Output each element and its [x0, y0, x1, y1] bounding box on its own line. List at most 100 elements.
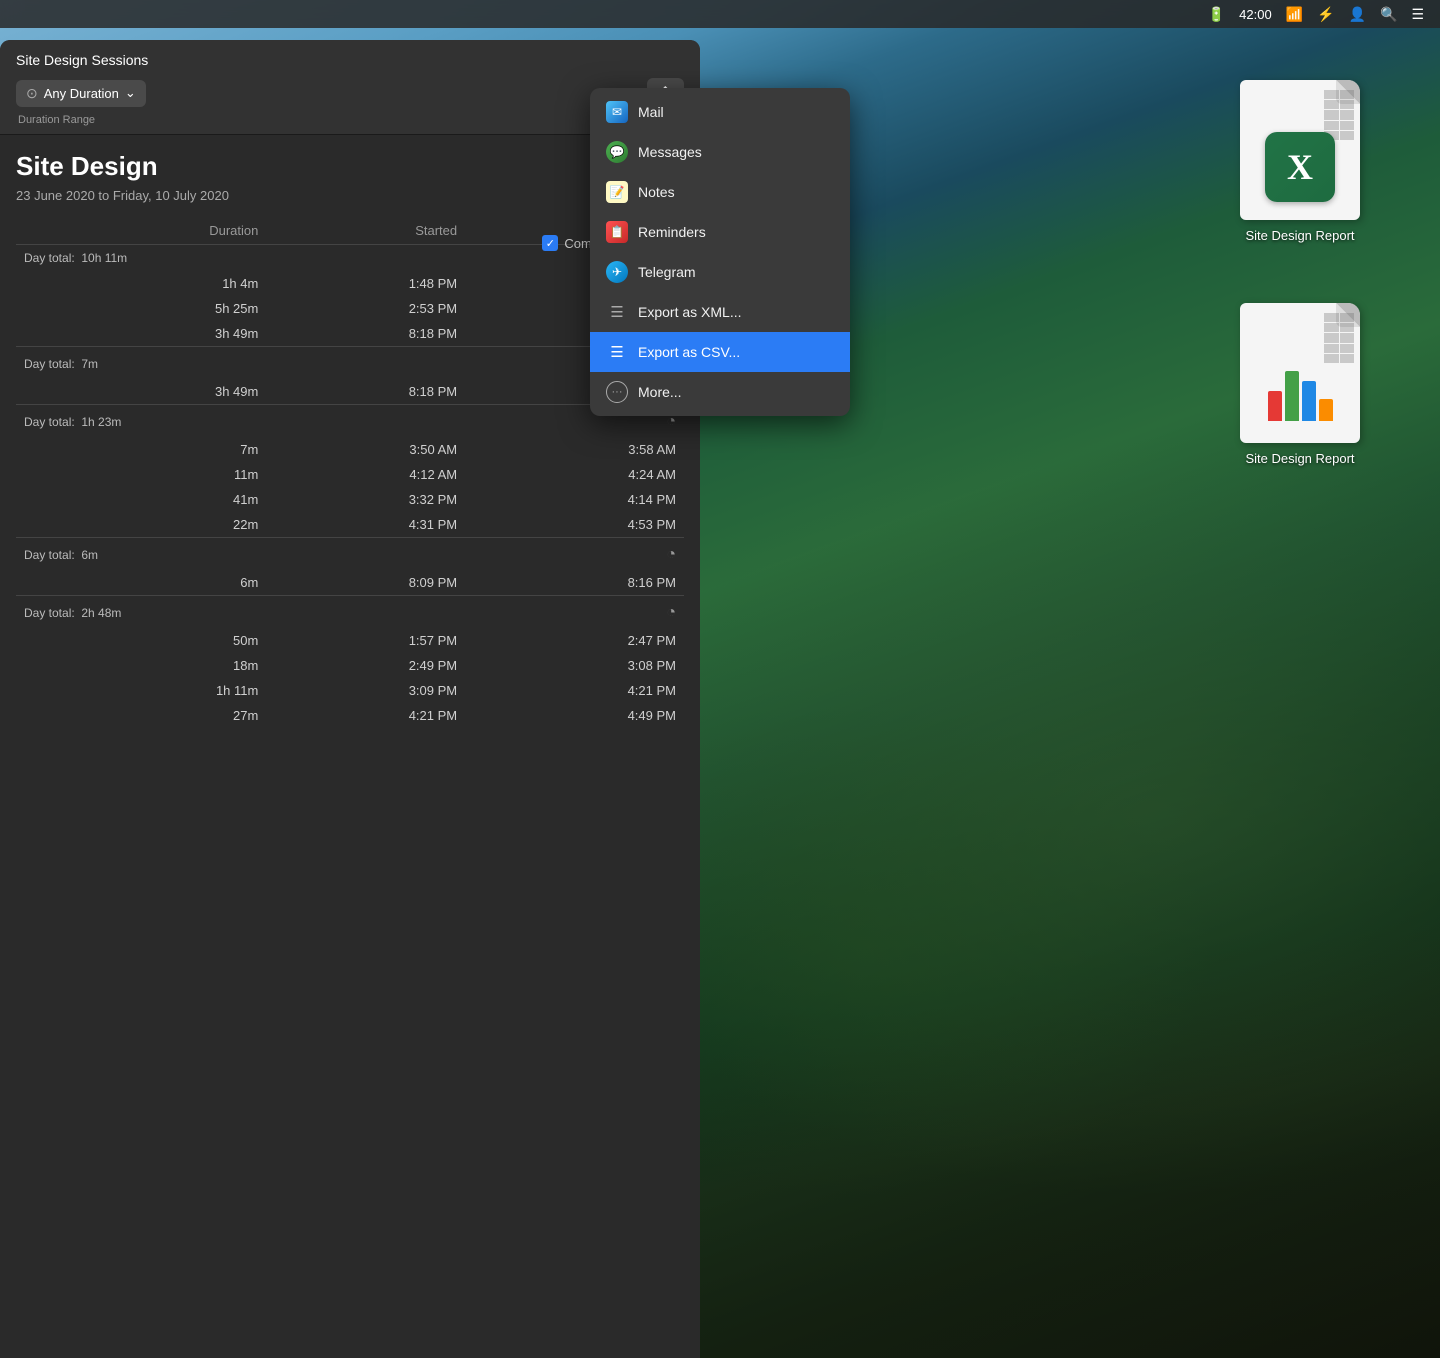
session-label	[16, 321, 65, 347]
menu-item-mail[interactable]: ✉ Mail	[590, 92, 850, 132]
xml-icon: ☰	[606, 301, 628, 323]
session-ended: 4:21 PM	[465, 678, 684, 703]
bar-green	[1285, 371, 1299, 421]
desktop-icon-excel[interactable]: X Site Design Report	[1220, 80, 1380, 243]
session-started: 8:18 PM	[266, 321, 465, 347]
day-total-5: Day total: 2h 48m	[16, 596, 465, 629]
excel-icon-label: Site Design Report	[1245, 228, 1354, 243]
menu-item-telegram[interactable]: ✈ Telegram	[590, 252, 850, 292]
session-label	[16, 512, 65, 538]
session-label	[16, 271, 65, 296]
table-row: 5h 25m 2:53 PM 8:18 PM	[16, 296, 684, 321]
session-duration: 18m	[65, 653, 266, 678]
bar-blue	[1302, 381, 1316, 421]
wifi-icon: 📶	[1286, 6, 1303, 23]
menu-item-export-csv[interactable]: ☰ Export as CSV...	[590, 332, 850, 372]
session-label	[16, 379, 65, 405]
session-duration: 11m	[65, 462, 266, 487]
csv-icon: ☰	[606, 341, 628, 363]
menubar: 🔋 42:00 📶 ⚡ 👤 🔍 ☰	[0, 0, 1440, 28]
menu-item-reminders-label: Reminders	[638, 224, 706, 240]
report-title: Site Design	[16, 151, 684, 182]
session-ended: 3:58 AM	[465, 437, 684, 462]
table-row: 1h 11m 3:09 PM 4:21 PM	[16, 678, 684, 703]
pie-chart-icon: ◔	[465, 596, 684, 629]
session-duration: 41m	[65, 487, 266, 512]
telegram-icon: ✈	[606, 261, 628, 283]
menu-item-more[interactable]: ··· More...	[590, 372, 850, 412]
sessions-table: Duration Started Ended Day total: 10h 11…	[16, 217, 684, 728]
pie-chart-icon: ◔	[465, 538, 684, 571]
menu-item-messages-label: Messages	[638, 144, 702, 160]
session-label	[16, 628, 65, 653]
menu-item-reminders[interactable]: 📋 Reminders	[590, 212, 850, 252]
menubar-right: 🔋 42:00 📶 ⚡ 👤 🔍 ☰	[1208, 6, 1424, 23]
search-icon: 🔍	[1380, 6, 1397, 23]
session-started: 2:53 PM	[266, 296, 465, 321]
menu-item-messages[interactable]: 💬 Messages	[590, 132, 850, 172]
session-ended: 4:53 PM	[465, 512, 684, 538]
more-icon: ···	[606, 381, 628, 403]
table-row: 11m 4:12 AM 4:24 AM	[16, 462, 684, 487]
day-total-2: Day total: 7m	[16, 347, 465, 380]
menu-item-notes[interactable]: 📝 Notes	[590, 172, 850, 212]
session-duration: 3h 49m	[65, 321, 266, 347]
day-total-row: Day total: 1h 23m ◔	[16, 405, 684, 438]
session-duration: 1h 4m	[65, 271, 266, 296]
table-row: 27m 4:21 PM 4:49 PM	[16, 703, 684, 728]
numbers-badge	[1265, 355, 1335, 425]
session-started: 1:48 PM	[266, 271, 465, 296]
menu-item-export-xml[interactable]: ☰ Export as XML...	[590, 292, 850, 332]
day-total-row: Day total: 2h 48m ◔	[16, 596, 684, 629]
numbers-icon-label: Site Design Report	[1245, 451, 1354, 466]
notes-icon: 📝	[606, 181, 628, 203]
session-label	[16, 296, 65, 321]
session-started: 4:21 PM	[266, 703, 465, 728]
completion-checkbox[interactable]: ✓	[542, 235, 558, 251]
session-duration: 22m	[65, 512, 266, 538]
session-ended: 4:14 PM	[465, 487, 684, 512]
col-label	[16, 217, 65, 245]
session-duration: 50m	[65, 628, 266, 653]
table-row: 50m 1:57 PM 2:47 PM	[16, 628, 684, 653]
excel-x-letter: X	[1287, 146, 1313, 188]
menubar-time: 42:00	[1239, 7, 1272, 22]
day-total-3: Day total: 1h 23m	[16, 405, 465, 438]
menu-item-telegram-label: Telegram	[638, 264, 696, 280]
duration-label: Any Duration	[44, 86, 119, 101]
session-started: 4:12 AM	[266, 462, 465, 487]
session-label	[16, 570, 65, 596]
menu-item-csv-label: Export as CSV...	[638, 344, 740, 360]
menu-item-more-label: More...	[638, 384, 682, 400]
session-started: 3:09 PM	[266, 678, 465, 703]
session-label	[16, 462, 65, 487]
table-row: 22m 4:31 PM 4:53 PM	[16, 512, 684, 538]
col-started: Started	[266, 217, 465, 245]
list-icon: ☰	[1411, 6, 1424, 23]
table-row: 3h 49m 8:18 PM 12:07 AM	[16, 379, 684, 405]
session-ended: 2:47 PM	[465, 628, 684, 653]
window-toolbar: ⊙ Any Duration ⌄ ⬆	[16, 78, 684, 108]
table-row: 7m 3:50 AM 3:58 AM	[16, 437, 684, 462]
bar-red	[1268, 391, 1282, 421]
user-icon: 👤	[1349, 6, 1366, 23]
session-duration: 3h 49m	[65, 379, 266, 405]
table-row: 3h 49m 8:18 PM 12:07 AM	[16, 321, 684, 347]
session-duration: 1h 11m	[65, 678, 266, 703]
session-duration: 5h 25m	[65, 296, 266, 321]
messages-icon: 💬	[606, 141, 628, 163]
reminders-icon: 📋	[606, 221, 628, 243]
session-started: 3:50 AM	[266, 437, 465, 462]
session-label	[16, 487, 65, 512]
desktop-icon-numbers[interactable]: Site Design Report	[1220, 303, 1380, 466]
table-row: 41m 3:32 PM 4:14 PM	[16, 487, 684, 512]
charging-icon: ⚡	[1317, 6, 1334, 23]
battery-icon: 🔋	[1208, 6, 1225, 23]
session-ended: 4:24 AM	[465, 462, 684, 487]
session-started: 1:57 PM	[266, 628, 465, 653]
bar-orange	[1319, 399, 1333, 421]
menu-item-xml-label: Export as XML...	[638, 304, 741, 320]
session-label	[16, 653, 65, 678]
report-date-range: 23 June 2020 to Friday, 10 July 2020	[16, 188, 684, 203]
duration-button[interactable]: ⊙ Any Duration ⌄	[16, 80, 146, 107]
